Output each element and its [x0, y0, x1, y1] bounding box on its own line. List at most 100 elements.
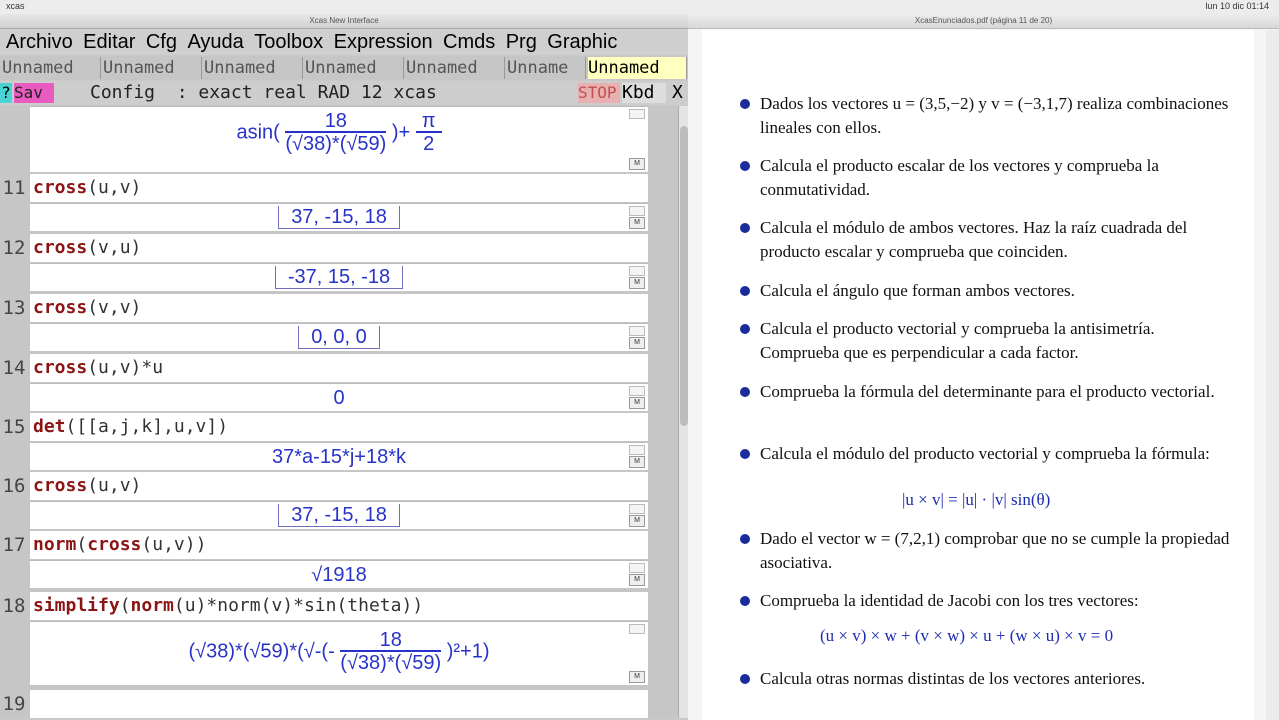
result-line[interactable]: 37*a-15*j+18*k M	[30, 442, 648, 470]
tab-session-4[interactable]: Unnamed	[305, 57, 404, 79]
tab-session-1[interactable]: Unnamed	[2, 57, 101, 79]
command-input[interactable]	[30, 690, 648, 718]
exercise-item: Dado el vector w = (7,2,1) comprobar que…	[740, 527, 1230, 575]
scroll-up-icon[interactable]	[629, 563, 645, 573]
command-line[interactable]: cross(v,v)	[30, 294, 648, 322]
result-menu-button[interactable]: M	[629, 158, 645, 170]
bullet-icon	[740, 674, 750, 684]
level-number: 18	[2, 595, 26, 617]
result-line[interactable]: 0, 0, 0 M	[30, 323, 648, 351]
level-number: 11	[2, 177, 26, 199]
menu-prg[interactable]: Prg	[506, 31, 537, 53]
scroll-up-icon[interactable]	[629, 266, 645, 276]
command-line[interactable]: simplify(norm(u)*norm(v)*sin(theta))	[30, 592, 648, 620]
menu-editar[interactable]: Editar	[83, 31, 135, 53]
result-line[interactable]: (√38)*(√59)*(√-(- 18 (√38)*(√59) )²+1) M	[30, 621, 648, 685]
result-plus: )+	[391, 121, 411, 144]
menu-cmds[interactable]: Cmds	[443, 31, 495, 53]
tab-session-active[interactable]: Unnamed	[588, 57, 687, 79]
pdf-viewer-window: XcasEnunciados.pdf (página 11 de 20) Dad…	[688, 14, 1279, 720]
result-pre: (√38)*(√59)*(√-(-	[188, 640, 335, 663]
command-line[interactable]: norm(cross(u,v))	[30, 531, 648, 559]
scroll-up-icon[interactable]	[629, 109, 645, 119]
worksheet-scrollbar[interactable]	[678, 106, 688, 718]
pdf-scrollbar[interactable]	[1266, 30, 1279, 720]
result-menu-button[interactable]: M	[629, 277, 645, 289]
command-line[interactable]: cross(v,u)	[30, 234, 648, 262]
result-line[interactable]: √1918 M	[30, 560, 648, 588]
cmd-keyword: simplify	[33, 595, 120, 616]
cmd-keyword: cross	[33, 357, 88, 378]
exercise-text: Dado el vector w = (7,2,1) comprobar que…	[760, 529, 1230, 572]
save-button[interactable]: Sav	[14, 83, 54, 103]
stop-button[interactable]: STOP	[578, 83, 620, 103]
result-menu-button[interactable]: M	[629, 456, 645, 468]
exercise-text: Calcula el producto vectorial y comprueb…	[760, 319, 1155, 362]
result-fraction: 18 (√38)*(√59)	[340, 630, 442, 674]
menu-expression[interactable]: Expression	[334, 31, 433, 53]
worksheet[interactable]: asin( 18 (√38)*(√59) )+ π 2 M 11 cross(u…	[0, 106, 678, 718]
scroll-up-icon[interactable]	[629, 504, 645, 514]
result-vector: -37, 15, -18	[274, 266, 404, 289]
menu-archivo[interactable]: Archivo	[6, 31, 73, 53]
frac-den: (√38)*(√59)	[340, 652, 442, 674]
keyboard-button[interactable]: Kbd	[622, 83, 666, 103]
help-button[interactable]: ?	[0, 83, 12, 103]
level-number: 14	[2, 357, 26, 379]
result-level-10[interactable]: asin( 18 (√38)*(√59) )+ π 2 M	[30, 106, 648, 172]
result-vector: 0, 0, 0	[298, 326, 380, 349]
result-menu-button[interactable]: M	[629, 515, 645, 527]
exercise-text: Calcula el módulo del producto vectorial…	[760, 444, 1210, 463]
app-name[interactable]: xcas	[6, 1, 25, 11]
result-line[interactable]: 0 M	[30, 383, 648, 411]
result-vector: 37, -15, 18	[278, 206, 400, 229]
cmd-args: (u,v)*u	[87, 357, 164, 378]
xcas-title: Xcas New Interface	[0, 14, 688, 29]
pi-fraction: π 2	[415, 111, 442, 155]
scroll-up-icon[interactable]	[629, 624, 645, 634]
result-menu-button[interactable]: M	[629, 671, 645, 683]
result-line[interactable]: 37, -15, 18 M	[30, 501, 648, 529]
result-line[interactable]: -37, 15, -18 M	[30, 263, 648, 291]
close-session-button[interactable]: X	[672, 83, 688, 103]
cmd-args: (v,u)	[87, 237, 142, 258]
exercise-text: Comprueba la identidad de Jacobi con los…	[760, 591, 1139, 610]
scroll-up-icon[interactable]	[629, 206, 645, 216]
config-status[interactable]: Config : exact real RAD 12 xcas	[90, 83, 437, 103]
bullet-icon	[740, 161, 750, 171]
scroll-up-icon[interactable]	[629, 326, 645, 336]
session-tabs: Unnamed Unnamed Unnamed Unnamed Unnamed …	[0, 56, 688, 80]
exercise-text: Calcula el ángulo que forman ambos vecto…	[760, 281, 1075, 300]
menu-toolbox[interactable]: Toolbox	[254, 31, 323, 53]
command-line[interactable]: cross(u,v)	[30, 174, 648, 202]
result-menu-button[interactable]: M	[629, 217, 645, 229]
result-menu-button[interactable]: M	[629, 337, 645, 349]
command-line[interactable]: cross(u,v)	[30, 472, 648, 500]
result-menu-button[interactable]: M	[629, 574, 645, 586]
tab-session-6[interactable]: Unname	[507, 57, 586, 79]
cmd-keyword: cross	[33, 297, 88, 318]
tab-session-2[interactable]: Unnamed	[103, 57, 202, 79]
menu-cfg[interactable]: Cfg	[146, 31, 177, 53]
exercise-item: Calcula el producto vectorial y comprueb…	[740, 317, 1230, 365]
level-number: 15	[2, 416, 26, 438]
exercise-item: Calcula el ángulo que forman ambos vecto…	[740, 279, 1230, 303]
exercise-item: Calcula el módulo del producto vectorial…	[740, 442, 1230, 466]
tab-session-3[interactable]: Unnamed	[204, 57, 303, 79]
scrollbar-thumb[interactable]	[680, 126, 688, 426]
bullet-icon	[740, 596, 750, 606]
exercise-text: Dados los vectores u = (3,5,−2) y v = (−…	[760, 94, 1229, 137]
formula-cross-norm: |u × v| = |u| · |v| sin(θ)	[902, 490, 1051, 509]
tab-session-5[interactable]: Unnamed	[406, 57, 505, 79]
cmd-args: (v,v)	[87, 297, 142, 318]
scroll-up-icon[interactable]	[629, 386, 645, 396]
menu-ayuda[interactable]: Ayuda	[187, 31, 243, 53]
command-line[interactable]: cross(u,v)*u	[30, 354, 648, 382]
cmd-keyword: cross	[33, 237, 88, 258]
result-line[interactable]: 37, -15, 18 M	[30, 203, 648, 231]
scroll-up-icon[interactable]	[629, 445, 645, 455]
result-menu-button[interactable]: M	[629, 397, 645, 409]
session-toolbar: ? Sav Config : exact real RAD 12 xcas ST…	[0, 81, 688, 105]
command-line[interactable]: det([[a,j,k],u,v])	[30, 413, 648, 441]
menu-graphic[interactable]: Graphic	[547, 31, 617, 53]
